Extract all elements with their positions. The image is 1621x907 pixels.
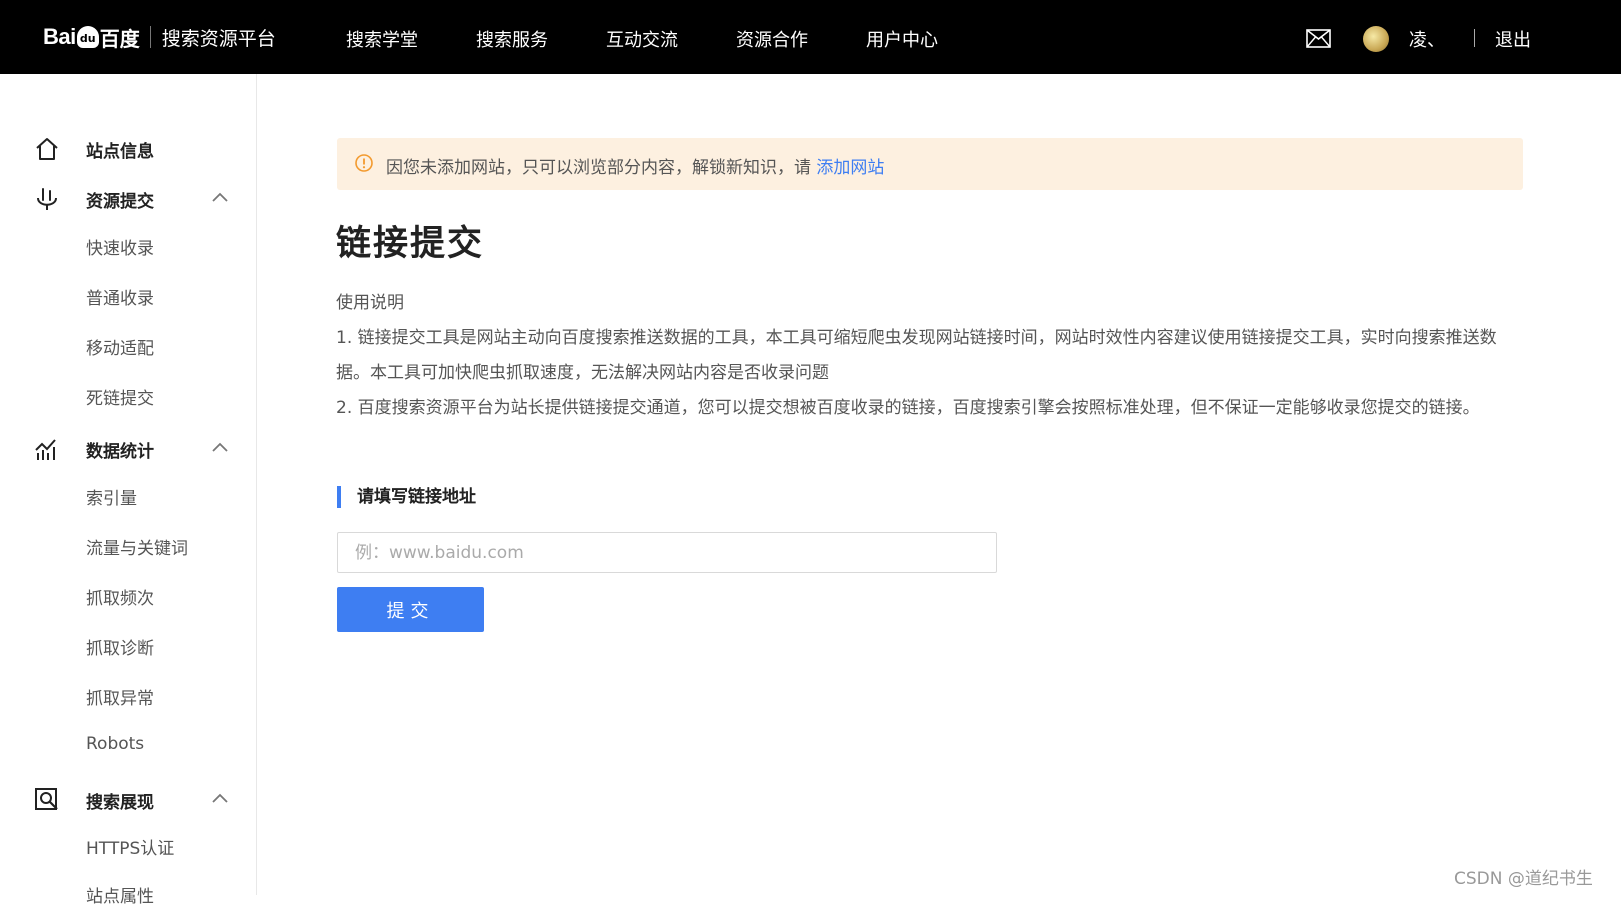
nav-item-community[interactable]: 互动交流 xyxy=(606,26,678,52)
logo-paw: du xyxy=(76,26,99,48)
sidebar-item-crawl-errors[interactable]: 抓取异常 xyxy=(86,684,154,709)
chevron-up-icon[interactable] xyxy=(211,791,229,805)
mail-icon[interactable] xyxy=(1306,29,1331,48)
logout-link[interactable]: 退出 xyxy=(1495,26,1531,52)
sidebar-group-data-stats[interactable]: 数据统计 xyxy=(0,428,256,468)
chart-icon xyxy=(35,439,56,460)
avatar[interactable] xyxy=(1363,26,1389,52)
home-icon xyxy=(36,138,58,160)
warning-icon xyxy=(355,154,373,172)
sidebar-group-label: 搜索展现 xyxy=(86,793,154,813)
search-display-icon xyxy=(35,788,58,810)
sidebar-item-normal-index[interactable]: 普通收录 xyxy=(86,284,154,309)
submit-button[interactable]: 提交 xyxy=(337,587,484,632)
header-divider xyxy=(1474,29,1475,47)
sidebar-group-label: 资源提交 xyxy=(86,192,154,212)
notice-text: 因您未添加网站，只可以浏览部分内容，解锁新知识，请 xyxy=(386,158,817,178)
page-title: 链接提交 xyxy=(336,224,485,264)
sidebar-item-dead-link[interactable]: 死链提交 xyxy=(86,384,154,409)
sidebar-group-resource-submit[interactable]: 资源提交 xyxy=(0,178,256,218)
baidu-logo[interactable]: Bai du 百度 搜索资源平台 xyxy=(43,22,276,52)
nav-item-services[interactable]: 搜索服务 xyxy=(476,26,548,52)
nav-item-cooperation[interactable]: 资源合作 xyxy=(736,26,808,52)
notice-text-wrap: 因您未添加网站，只可以浏览部分内容，解锁新知识，请 添加网站 xyxy=(386,153,884,178)
top-bar: Bai du 百度 搜索资源平台 搜索学堂 搜索服务 互动交流 资源合作 用户中… xyxy=(0,0,1621,74)
nav-item-user-center[interactable]: 用户中心 xyxy=(866,26,938,52)
usage-line-1: 1. 链接提交工具是网站主动向百度搜索推送数据的工具，本工具可缩短爬虫发现网站链… xyxy=(336,328,1497,348)
sidebar-item-mobile-adapt[interactable]: 移动适配 xyxy=(86,334,154,359)
nav-item-school[interactable]: 搜索学堂 xyxy=(346,26,418,52)
add-site-link[interactable]: 添加网站 xyxy=(816,158,884,178)
usage-line-1-cont: 据。本工具可加快爬虫抓取速度，无法解决网站内容是否收录问题 xyxy=(336,363,829,383)
logo-brand: Bai xyxy=(43,24,76,49)
chevron-up-icon[interactable] xyxy=(211,440,229,454)
main-nav: 搜索学堂 搜索服务 互动交流 资源合作 用户中心 xyxy=(346,26,996,52)
watermark: CSDN @道纪书生 xyxy=(1454,869,1593,889)
chevron-up-icon[interactable] xyxy=(211,190,229,204)
notice-banner: 因您未添加网站，只可以浏览部分内容，解锁新知识，请 添加网站 xyxy=(337,138,1523,190)
sidebar-group-search-display[interactable]: 搜索展现 xyxy=(0,779,256,819)
sidebar-group-label: 数据统计 xyxy=(86,442,154,462)
logo-divider xyxy=(149,26,151,48)
sidebar-group-label: 站点信息 xyxy=(86,142,154,162)
url-input[interactable] xyxy=(337,532,997,573)
logo-cn: 百度 xyxy=(99,26,140,51)
sidebar: 站点信息 资源提交 快速收录 普通收录 移动适配 死链提交 数据统计 索引量 流… xyxy=(0,74,257,907)
usage-line-2: 2. 百度搜索资源平台为站长提供链接提交通道，您可以提交想被百度收录的链接，百度… xyxy=(336,398,1480,418)
sidebar-item-traffic-keywords[interactable]: 流量与关键词 xyxy=(86,534,188,559)
usage-heading: 使用说明 xyxy=(336,293,404,313)
sidebar-item-index-volume[interactable]: 索引量 xyxy=(86,484,137,509)
sidebar-item-crawl-frequency[interactable]: 抓取频次 xyxy=(86,584,154,609)
platform-name: 搜索资源平台 xyxy=(161,27,276,50)
sidebar-item-robots[interactable]: Robots xyxy=(86,734,144,754)
submit-icon xyxy=(37,188,57,210)
sidebar-item-fast-index[interactable]: 快速收录 xyxy=(86,234,154,259)
sidebar-item-https-cert[interactable]: HTTPS认证 xyxy=(86,834,174,859)
username[interactable]: 凌、 xyxy=(1409,26,1445,52)
sidebar-group-site-info[interactable]: 站点信息 xyxy=(0,128,256,168)
sidebar-item-crawl-diagnosis[interactable]: 抓取诊断 xyxy=(86,634,154,659)
section-title: 请填写链接地址 xyxy=(337,486,476,508)
